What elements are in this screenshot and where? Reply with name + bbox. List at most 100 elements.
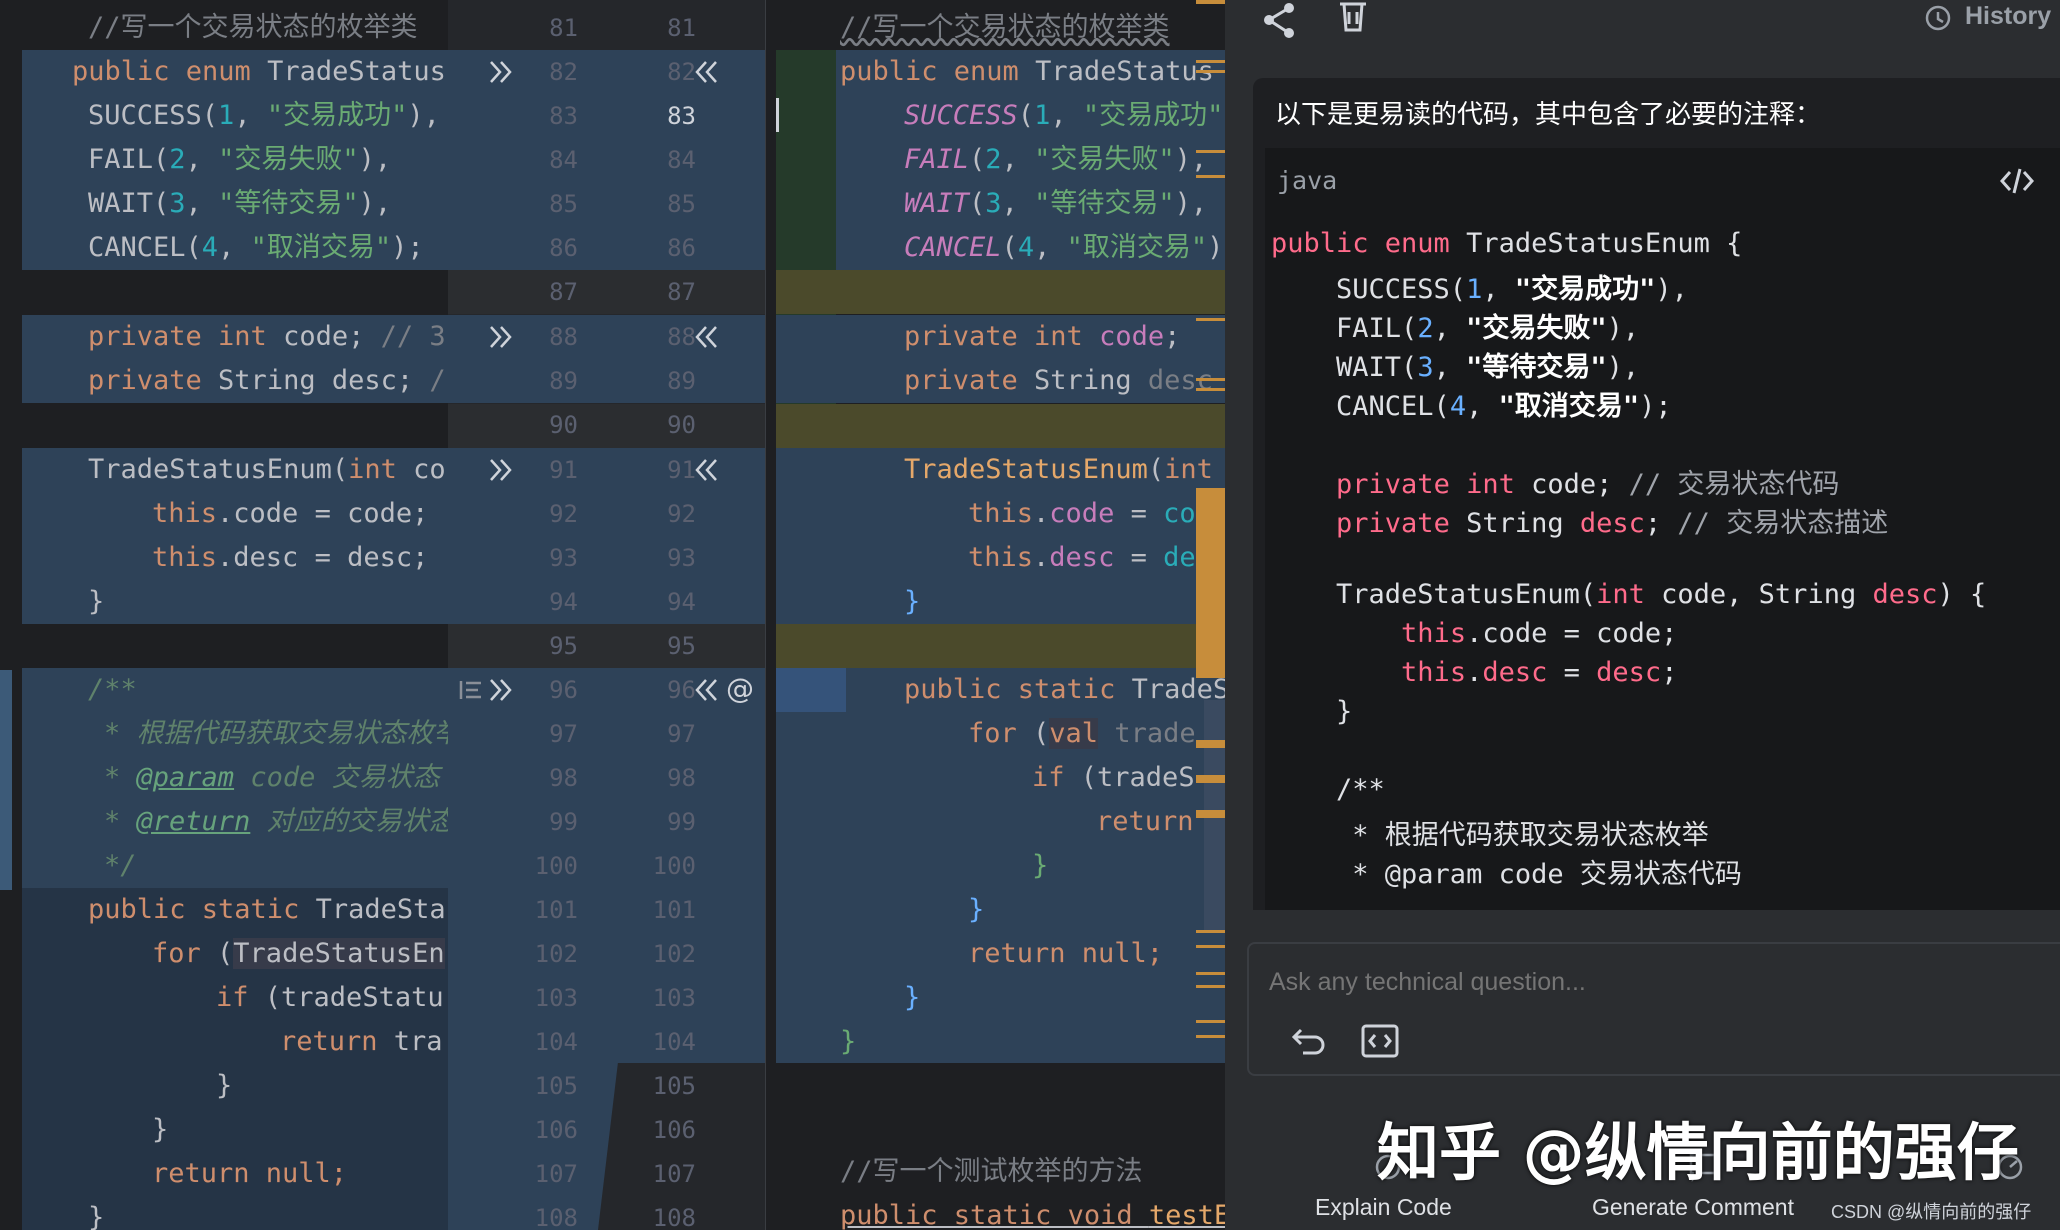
code-line: for (TradeStatusEn (152, 938, 445, 969)
line-number: 94 (667, 588, 696, 616)
line-number: 92 (549, 500, 578, 528)
line-number: 92 (667, 500, 696, 528)
code-block-header: java (1265, 148, 2060, 214)
diff-highlight (776, 624, 1225, 668)
code-line: //写一个交易状态的枚举类 (840, 12, 1170, 43)
code-line: public static void testE (840, 1200, 1225, 1230)
scroll-marker (1196, 1035, 1225, 1038)
code-line: } (904, 982, 921, 1013)
line-number: 88 (549, 323, 578, 351)
gutter-row (448, 624, 766, 668)
apply-left-icon[interactable] (693, 60, 719, 84)
code-line: public enum TradeStatus (840, 56, 1214, 87)
scroll-marker (1196, 740, 1225, 748)
diff-connector (448, 1062, 618, 1230)
gutter-row (448, 270, 766, 314)
code-line: CANCEL(4, "取消交易"); (1271, 391, 1672, 422)
share-icon[interactable] (1261, 2, 1297, 38)
line-number: 89 (549, 367, 578, 395)
apply-right-icon[interactable] (488, 325, 514, 349)
right-editor-pane[interactable]: //写一个交易状态的枚举类 public enum TradeStatus SU… (766, 0, 1225, 1230)
scroll-marker (1196, 175, 1225, 178)
zhihu-watermark: 知乎 @纵情向前的强仔 (1377, 1116, 2019, 1189)
apply-left-icon[interactable] (693, 458, 719, 482)
code-line: WAIT(3, "等待交易"), (88, 188, 392, 219)
code-line: * 根据代码获取交易状态枚举 (1271, 820, 1709, 851)
code-icon[interactable] (2000, 166, 2034, 196)
line-number: 96 (549, 676, 578, 704)
code-line: TradeStatusEnum(int co (88, 454, 446, 485)
code-line: FAIL(2, "交易失败"), (904, 144, 1208, 175)
left-editor-pane[interactable]: //写一个交易状态的枚举类 public enum TradeStatus SU… (0, 0, 448, 1230)
code-line: private int code; // 3 (88, 321, 446, 352)
code-line: this.code = co (968, 498, 1196, 529)
code-line: this.code = code; (152, 498, 429, 529)
scroll-marker (1196, 488, 1225, 678)
align-icon[interactable] (458, 678, 484, 702)
apply-right-icon[interactable] (488, 678, 514, 702)
line-number: 86 (667, 234, 696, 262)
current-line-number: 83 (667, 102, 696, 130)
history-label[interactable]: History (1965, 2, 2051, 31)
apply-left-icon[interactable] (693, 325, 719, 349)
line-number: 97 (549, 720, 578, 748)
line-number: 103 (652, 984, 696, 1012)
line-number: 102 (652, 940, 696, 968)
code-line: if (tradeS (1032, 762, 1195, 793)
line-number: 91 (549, 456, 578, 484)
code-line: } (904, 586, 921, 617)
trash-icon[interactable] (1336, 0, 1370, 34)
line-number: 86 (549, 234, 578, 262)
code-line: this.desc = desc; (152, 542, 429, 573)
code-line: SUCCESS(1, "交易成功") (904, 100, 1225, 131)
code-line: private String desc; // 交易状态描述 (1336, 508, 1889, 539)
code-line: * 根据代码获取交易状态枚举 (104, 718, 448, 749)
code-line: private String desc; / (88, 365, 446, 396)
scroll-marker (1196, 1020, 1225, 1023)
code-line: this.code = code; (1401, 618, 1678, 649)
question-input-box[interactable] (1247, 942, 2060, 1076)
line-number: 96 (667, 676, 696, 704)
code-line: FAIL(2, "交易失败"), (1271, 313, 1640, 344)
explain-code-button[interactable]: Explain Code (1315, 1194, 1452, 1221)
scroll-marker (1196, 318, 1225, 321)
gutter-row (448, 404, 766, 448)
history-icon[interactable] (1923, 4, 1951, 32)
apply-right-icon[interactable] (488, 458, 514, 482)
code-line: //写一个交易状态的枚举类 (88, 12, 418, 43)
code-line: this.desc = de (968, 542, 1196, 573)
code-line: for (val trade (968, 718, 1196, 749)
line-number: 107 (652, 1160, 696, 1188)
code-line: } (840, 1026, 857, 1057)
scroll-marker (1196, 810, 1225, 818)
line-number: 88 (667, 323, 696, 351)
code-line: * @param code 交易状态 (104, 762, 440, 793)
scroll-marker (1196, 930, 1225, 933)
line-number: 95 (667, 632, 696, 660)
line-number: 97 (667, 720, 696, 748)
code-line: WAIT(3, "等待交易"), (904, 188, 1208, 219)
at-icon[interactable]: @ (726, 672, 754, 705)
code-line: private int code; (904, 321, 1181, 352)
undo-icon[interactable] (1291, 1024, 1327, 1056)
line-number: 105 (652, 1072, 696, 1100)
generate-comment-button[interactable]: Generate Comment (1592, 1194, 1794, 1221)
scroll-marker (1196, 60, 1225, 63)
code-selection-icon[interactable] (1361, 1024, 1399, 1058)
line-number: 84 (549, 146, 578, 174)
line-number: 108 (534, 1204, 578, 1230)
code-line: CANCEL(4, "取消交易"); (904, 232, 1225, 263)
code-line: } (152, 1114, 169, 1145)
ai-assistant-panel: History 以下是更易读的代码，其中包含了必要的注释： java publi… (1225, 0, 2060, 1230)
apply-left-icon[interactable] (693, 678, 719, 702)
csdn-watermark: CSDN @纵情向前的强仔 (1831, 1202, 2032, 1222)
code-line: public enum TradeStatusEnum { (1271, 228, 1743, 259)
line-number: 104 (534, 1028, 578, 1056)
line-number: 91 (667, 456, 696, 484)
apply-right-icon[interactable] (488, 60, 514, 84)
line-number: 90 (667, 411, 696, 439)
diff-highlight (776, 270, 1225, 314)
question-input[interactable] (1267, 962, 2031, 1002)
code-line: } (88, 586, 105, 617)
line-number: 87 (667, 278, 696, 306)
